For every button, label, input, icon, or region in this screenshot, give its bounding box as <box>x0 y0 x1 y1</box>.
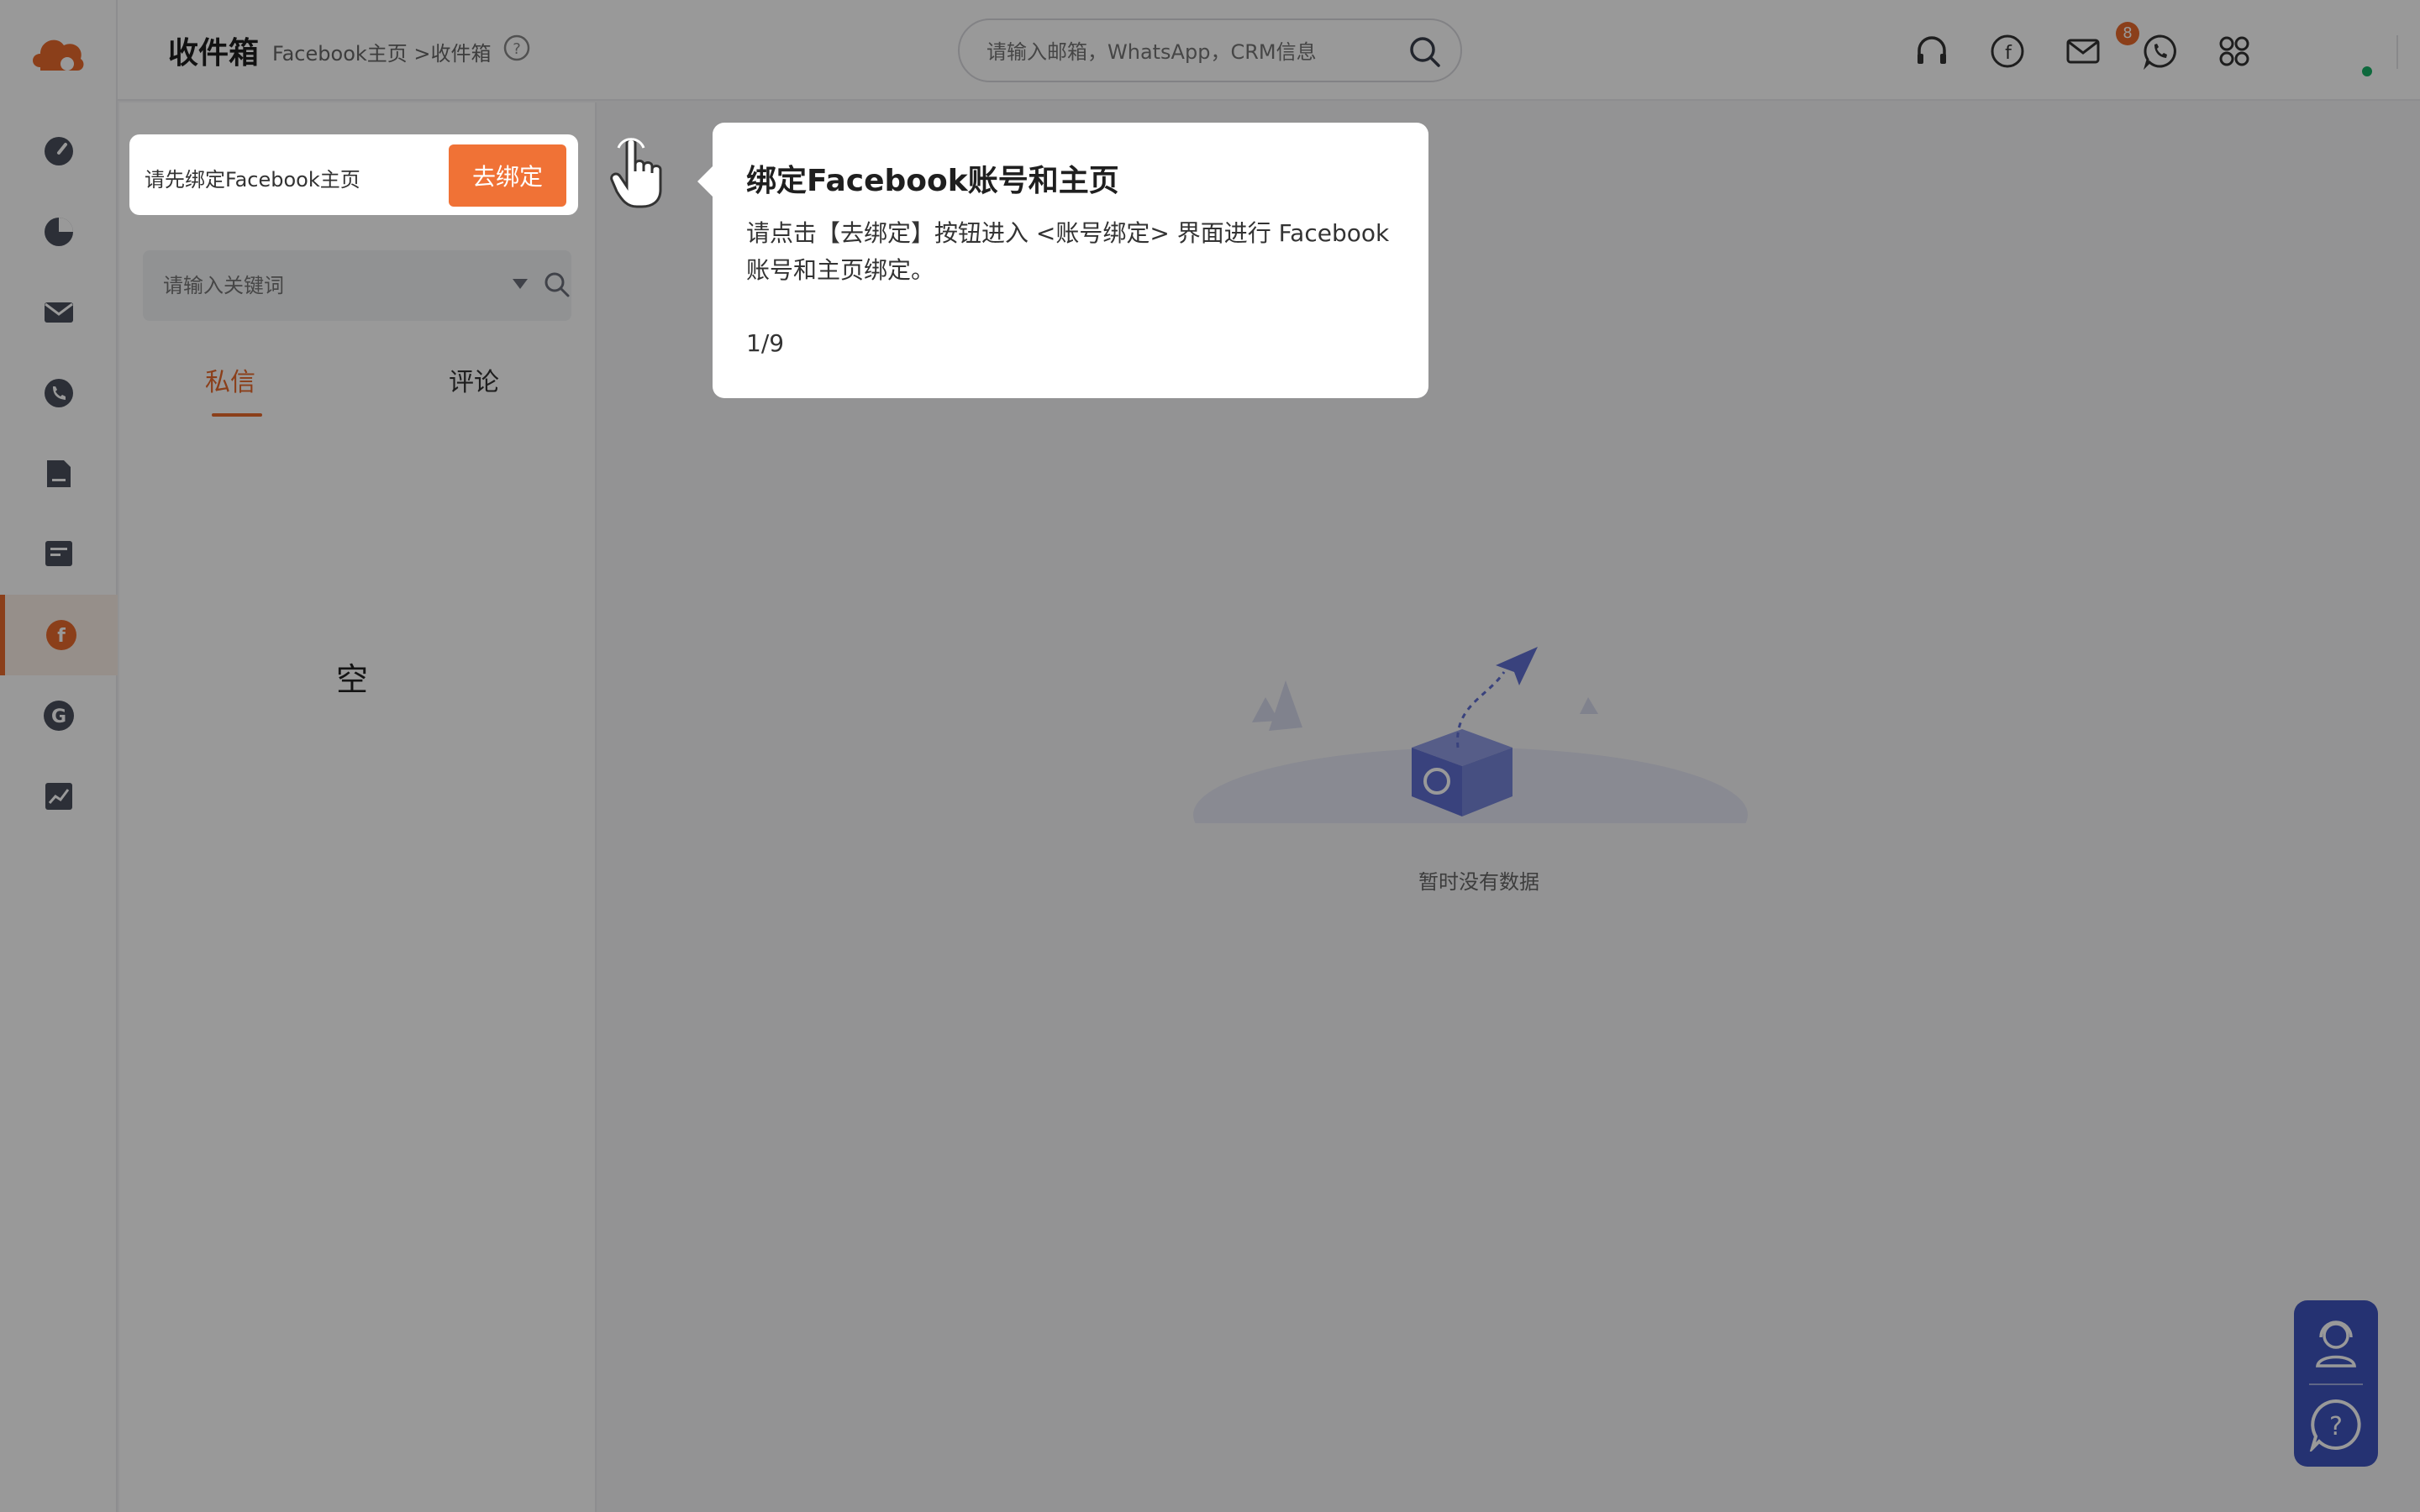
guide-body: 请点击【去绑定】按钮进入 <账号绑定> 界面进行 Facebook 账号和主页绑… <box>746 219 1390 284</box>
guide-tooltip: 绑定Facebook账号和主页 请点击【去绑定】按钮进入 <账号绑定> 界面进行… <box>713 123 1428 398</box>
pointing-hand-icon <box>610 138 662 208</box>
tooltip-arrow <box>697 165 714 198</box>
go-bind-button[interactable]: 去绑定 <box>449 144 566 207</box>
bind-prompt-text: 请先绑定Facebook主页 <box>145 168 360 192</box>
highlighted-bind-notice: 请先绑定Facebook主页 去绑定 <box>129 134 578 215</box>
guide-title: 绑定Facebook账号和主页 <box>746 164 1119 198</box>
guide-step-counter: 1/9 <box>746 329 785 357</box>
